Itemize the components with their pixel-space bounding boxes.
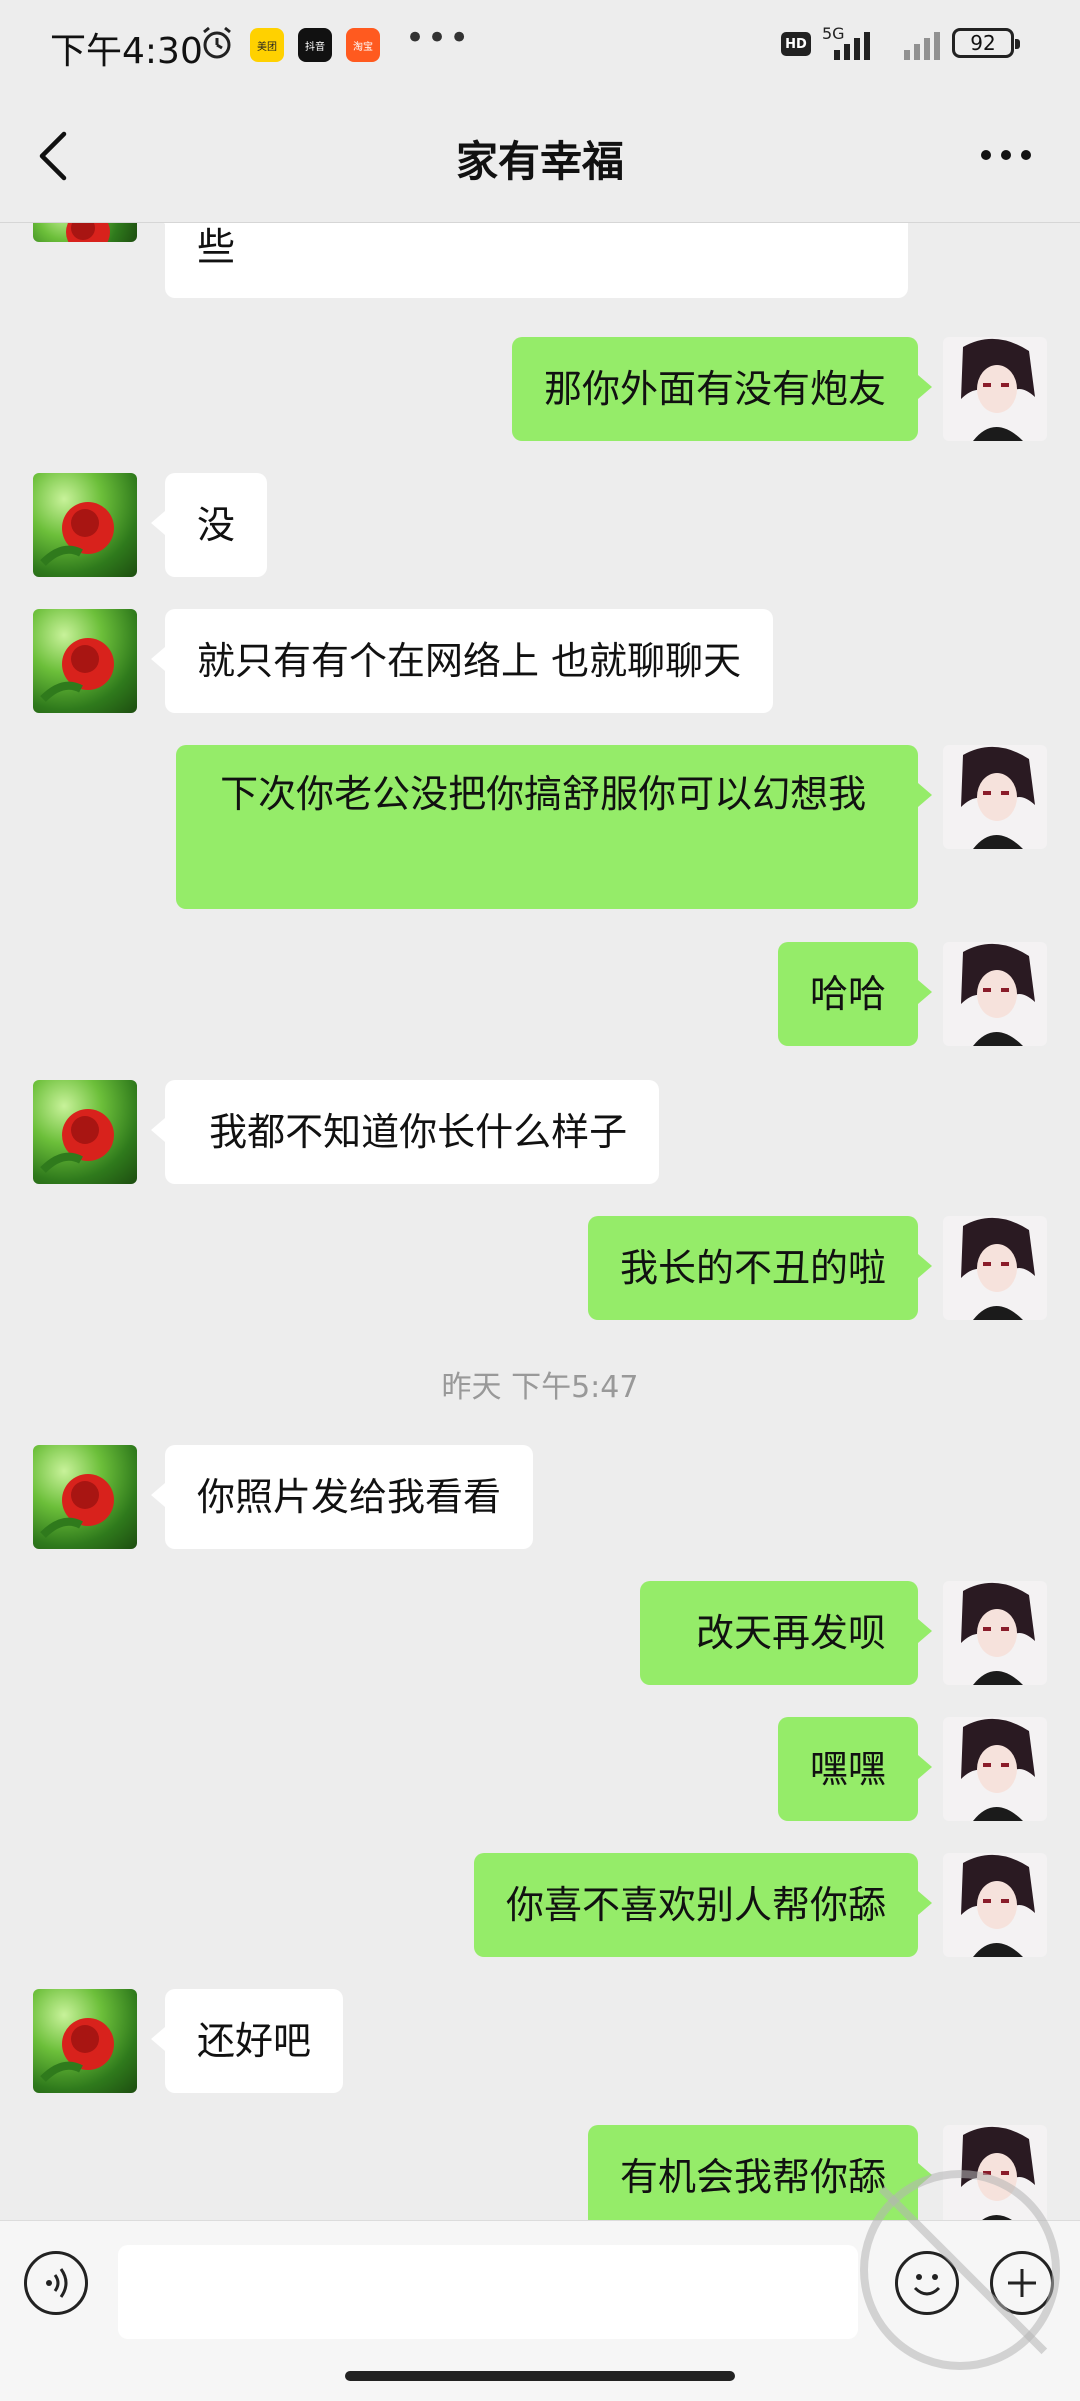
home-indicator[interactable] [345, 2371, 735, 2381]
contact-avatar[interactable] [33, 1989, 137, 2093]
sent-message-bubble[interactable]: 那你外面有没有炮友 [511, 337, 933, 441]
alarm-icon [203, 26, 231, 59]
received-message-bubble[interactable]: 就只有有个在网络上 也就聊聊天 [150, 609, 774, 713]
anime-character-icon [961, 1582, 1035, 1685]
hd-badge: HD [781, 32, 811, 56]
more-dots-icon[interactable] [978, 130, 1034, 180]
received-message-bubble[interactable]: 你照片发给我看看 [150, 1445, 534, 1549]
plus-sign-icon [1008, 2269, 1036, 2297]
emoji-icon[interactable] [895, 2251, 959, 2315]
contact-avatar[interactable] [33, 1445, 137, 1549]
chat-title: 家有幸福 [455, 137, 624, 186]
battery-icon: 92 [952, 28, 1020, 58]
sent-message-bubble[interactable]: 下次你老公没把你搞舒服你可以幻想我 [176, 745, 932, 909]
sent-message-bubble[interactable]: 哈哈 [777, 942, 933, 1046]
contact-avatar[interactable] [33, 222, 137, 242]
taobao-app-icon: 淘宝 [346, 28, 380, 62]
received-message-bubble[interactable]: 我都不知道你长什么样子 [150, 1080, 660, 1184]
contact-avatar[interactable] [33, 473, 137, 577]
anime-character-icon [961, 746, 1035, 849]
contact-avatar[interactable] [33, 1080, 137, 1184]
sent-message-bubble[interactable]: 你喜不喜欢别人帮你舔 [473, 1853, 933, 1957]
anime-character-icon [961, 2126, 1035, 2220]
chat-header: 家有幸福 [0, 90, 1080, 223]
input-bar [0, 2220, 1080, 2401]
rose-icon [40, 502, 114, 566]
timestamp: 昨天 下午5:47 [441, 1370, 639, 1405]
rose-icon [40, 1474, 114, 1538]
my-avatar[interactable] [943, 1216, 1047, 1320]
my-avatar[interactable] [943, 745, 1047, 849]
anime-character-icon [961, 1217, 1035, 1320]
anime-character-icon [961, 1718, 1035, 1821]
sent-message-bubble[interactable]: 我长的不丑的啦 [587, 1216, 933, 1320]
received-message-bubble[interactable]: 没 [150, 473, 268, 577]
smiley-face-icon [913, 2274, 941, 2296]
rose-icon [66, 222, 110, 242]
anime-character-icon [961, 1854, 1035, 1957]
my-avatar[interactable] [943, 942, 1047, 1046]
rose-icon [40, 638, 114, 702]
received-message-bubble[interactable]: 些 [151, 222, 908, 298]
anime-character-icon [961, 943, 1035, 1046]
my-avatar[interactable] [943, 1853, 1047, 1957]
meituan-app-icon: 美团 [250, 28, 284, 62]
voice-icon[interactable] [24, 2251, 88, 2315]
signal-strength-icon [834, 32, 870, 60]
my-avatar[interactable] [943, 337, 1047, 441]
rose-icon [40, 2018, 114, 2082]
message-list[interactable]: 些 那你外面有没有炮友 没 就只有有个在网络上 也就聊聊天 下次你老公没把你搞舒… [0, 222, 1080, 2220]
tiktok-app-icon: 抖音 [298, 28, 332, 62]
sent-message-bubble[interactable]: 嘿嘿 [777, 1717, 933, 1821]
status-more-icon: ••• [405, 18, 472, 58]
status-time: 下午4:30 [50, 31, 203, 72]
signal-strength-secondary-icon [904, 32, 940, 60]
voice-waves-icon [46, 2268, 68, 2298]
message-input[interactable] [118, 2245, 858, 2339]
my-avatar[interactable] [943, 1717, 1047, 1821]
my-avatar[interactable] [943, 1581, 1047, 1685]
rose-icon [40, 1109, 114, 1173]
received-message-bubble[interactable]: 还好吧 [150, 1989, 344, 2093]
anime-character-icon [961, 338, 1035, 441]
sent-message-bubble[interactable]: 改天再发呗 [639, 1581, 933, 1685]
sent-message-bubble[interactable]: 有机会我帮你舔 [587, 2125, 933, 2220]
my-avatar[interactable] [943, 2125, 1047, 2220]
status-bar: 下午4:30 美团 抖音 淘宝 ••• HD 5G 92 [0, 0, 1080, 90]
plus-icon[interactable] [990, 2251, 1054, 2315]
contact-avatar[interactable] [33, 609, 137, 713]
